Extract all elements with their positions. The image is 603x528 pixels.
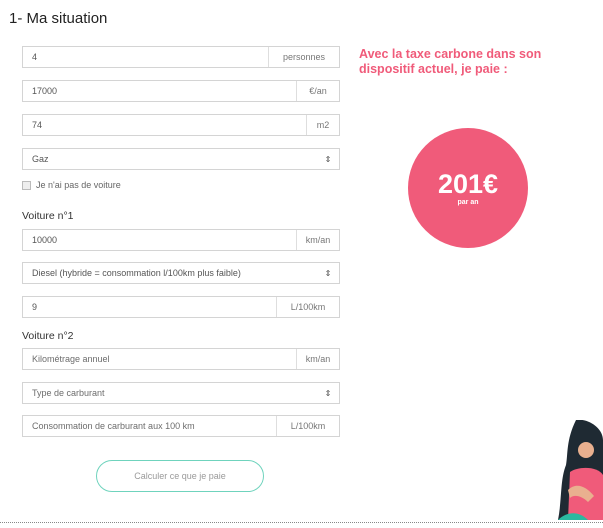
heating-value: Gaz: [32, 154, 49, 164]
chevron-updown-icon: ⇕: [324, 268, 332, 278]
car2-km-unit: km/an: [296, 349, 339, 369]
car2-heading: Voiture n°2: [22, 330, 74, 342]
car1-consumption-field[interactable]: 9 L/100km: [22, 296, 340, 318]
chevron-updown-icon: ⇕: [324, 388, 332, 398]
car2-consumption-unit: L/100km: [276, 416, 339, 436]
surface-field[interactable]: 74 m2: [22, 114, 340, 136]
heating-select[interactable]: Gaz ⇕: [22, 148, 340, 170]
divider: [0, 522, 603, 523]
car2-km-field[interactable]: Kilométrage annuel km/an: [22, 348, 340, 370]
result-amount: 201€: [437, 169, 499, 199]
household-size-unit: personnes: [268, 47, 339, 67]
person-illustration: [558, 420, 603, 520]
household-size-value[interactable]: 4: [23, 47, 268, 67]
section-title: 1- Ma situation: [9, 10, 108, 27]
income-field[interactable]: 17000 €/an: [22, 80, 340, 102]
car2-consumption-field[interactable]: Consommation de carburant aux 100 km L/1…: [22, 415, 340, 437]
result-badge: 201€ par an: [408, 128, 528, 248]
result-headline: Avec la taxe carbone dans son dispositif…: [359, 47, 542, 76]
car1-fuel-select[interactable]: Diesel (hybride = consommation l/100km p…: [22, 262, 340, 284]
car1-consumption-unit: L/100km: [276, 297, 339, 317]
car1-km-unit: km/an: [296, 230, 339, 250]
car2-consumption-placeholder[interactable]: Consommation de carburant aux 100 km: [23, 416, 276, 436]
surface-value[interactable]: 74: [23, 115, 306, 135]
car1-fuel-value: Diesel (hybride = consommation l/100km p…: [32, 268, 241, 278]
household-size-field[interactable]: 4 personnes: [22, 46, 340, 68]
no-car-label: Je n'ai pas de voiture: [36, 180, 121, 190]
result-period: par an: [457, 199, 479, 206]
income-value[interactable]: 17000: [23, 81, 296, 101]
no-car-checkbox[interactable]: [22, 180, 31, 190]
income-unit: €/an: [296, 81, 339, 101]
surface-unit: m2: [306, 115, 339, 135]
car1-heading: Voiture n°1: [22, 210, 74, 222]
no-car-option[interactable]: Je n'ai pas de voiture: [22, 180, 121, 190]
car1-consumption-value[interactable]: 9: [23, 297, 276, 317]
chevron-updown-icon: ⇕: [324, 154, 332, 164]
car1-km-field[interactable]: 10000 km/an: [22, 229, 340, 251]
calculate-button[interactable]: Calculer ce que je paie: [96, 460, 264, 492]
car2-fuel-select[interactable]: Type de carburant ⇕: [22, 382, 340, 404]
car2-km-placeholder[interactable]: Kilométrage annuel: [23, 349, 296, 369]
car2-fuel-placeholder: Type de carburant: [32, 388, 105, 398]
car1-km-value[interactable]: 10000: [23, 230, 296, 250]
